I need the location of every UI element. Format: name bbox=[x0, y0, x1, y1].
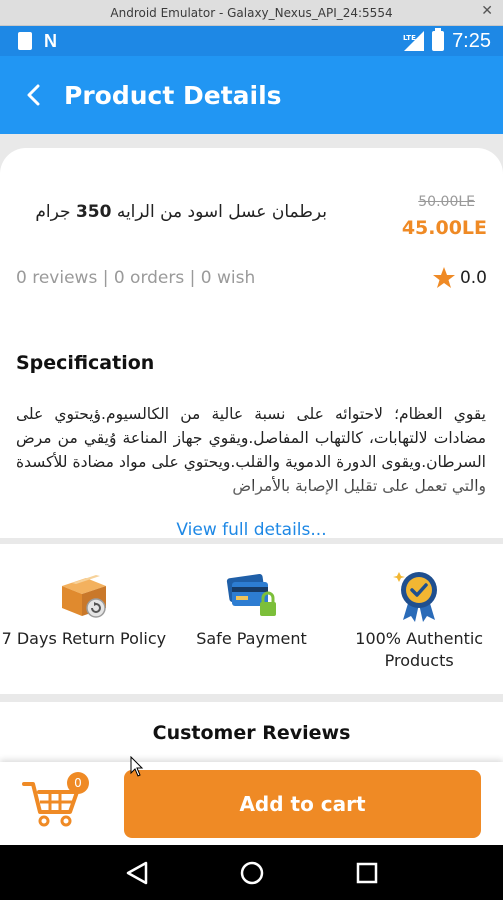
sd-card-icon bbox=[18, 32, 32, 50]
product-card: برطمان عسل اسود من الرايه 350 جرام 50.00… bbox=[0, 148, 503, 540]
android-nav-bar bbox=[0, 845, 503, 900]
product-rating: 0.0 bbox=[432, 266, 487, 290]
current-price: 45.00LE bbox=[401, 217, 487, 239]
product-stats: 0 reviews | 0 orders | 0 wish bbox=[16, 268, 256, 288]
nav-home-button[interactable] bbox=[238, 859, 266, 887]
arrow-back-icon bbox=[27, 84, 40, 106]
network-type: LTE bbox=[403, 34, 416, 42]
back-button[interactable] bbox=[14, 75, 54, 115]
feature-return-policy: 7 Days Return Policy bbox=[0, 544, 168, 694]
emulator-title-bar: Android Emulator - Galaxy_Nexus_API_24:5… bbox=[0, 0, 503, 26]
window-title: Android Emulator - Galaxy_Nexus_API_24:5… bbox=[110, 5, 393, 20]
close-window-button[interactable]: ✕ bbox=[481, 3, 493, 19]
status-bar: N LTE 7:25 bbox=[0, 26, 503, 56]
nav-recents-button[interactable] bbox=[355, 861, 379, 885]
badge-ribbon-icon bbox=[393, 572, 438, 622]
status-clock: 7:25 bbox=[452, 29, 491, 52]
bottom-action-bar: 0 Add to cart bbox=[0, 762, 503, 845]
old-price: 50.00LE bbox=[418, 194, 475, 210]
n-notification-icon: N bbox=[44, 30, 57, 51]
battery-icon bbox=[432, 28, 445, 51]
feature-authentic: 100% Authentic Products bbox=[335, 544, 503, 694]
features-strip: 7 Days Return Policy Safe Payment 100% A… bbox=[0, 544, 503, 694]
content-scroll-area[interactable]: برطمان عسل اسود من الرايه 350 جرام 50.00… bbox=[0, 134, 503, 845]
feature-label: 7 Days Return Policy bbox=[1, 629, 167, 648]
feature-safe-payment: Safe Payment bbox=[168, 544, 336, 694]
add-to-cart-button[interactable]: Add to cart bbox=[124, 770, 481, 838]
box-return-icon bbox=[61, 575, 106, 618]
view-full-details-link[interactable]: View full details... bbox=[0, 520, 503, 540]
nav-back-button[interactable] bbox=[124, 860, 150, 886]
cart-count-badge: 0 bbox=[67, 772, 89, 794]
product-name: برطمان عسل اسود من الرايه 350 جرام bbox=[35, 202, 327, 222]
mouse-pointer-icon bbox=[130, 756, 144, 777]
card-lock-icon bbox=[226, 573, 276, 616]
page-title: Product Details bbox=[64, 80, 282, 110]
star-icon bbox=[432, 267, 455, 288]
feature-label: Safe Payment bbox=[196, 629, 307, 648]
customer-reviews-heading: Customer Reviews bbox=[152, 722, 351, 744]
specification-heading: Specification bbox=[16, 352, 155, 374]
feature-label: 100% Authentic Products bbox=[355, 629, 484, 670]
cart-button[interactable]: 0 bbox=[20, 772, 89, 834]
app-bar: Product Details bbox=[0, 56, 503, 134]
rating-value: 0.0 bbox=[459, 268, 487, 288]
lte-signal-icon: LTE bbox=[403, 31, 425, 51]
